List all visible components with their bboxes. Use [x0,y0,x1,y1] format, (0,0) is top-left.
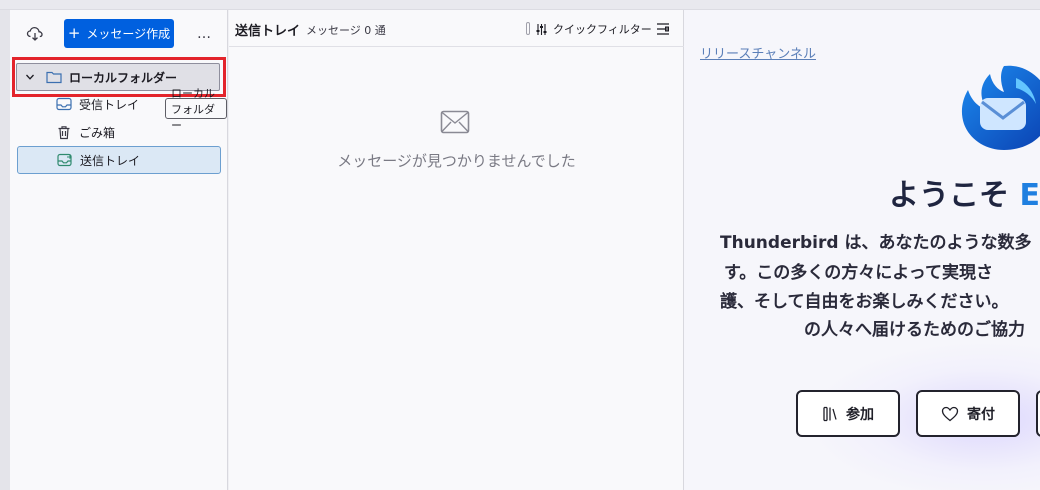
donate-label: 寄付 [967,406,995,423]
join-label: 参加 [846,406,874,423]
trash-icon [55,123,73,141]
heart-icon [941,406,959,421]
books-icon [823,406,837,421]
welcome-prefix: ようこそ [889,178,1009,213]
plus-icon: + [67,24,81,42]
folder-pane-menu-button[interactable]: … [190,20,218,48]
quick-filter-toggle-indicator [526,22,530,35]
folder-trash[interactable]: ごみ箱 [55,119,155,145]
folder-tooltip: ローカルフォルダー [165,87,227,132]
folder-label: ローカルフォルダー [69,70,178,85]
folder-label: 送信トレイ [80,153,141,168]
folder-label: 受信トレイ [79,97,140,112]
cloud-download-icon [26,26,43,41]
folder-label: ごみ箱 [79,125,116,140]
folder-outbox[interactable]: 送信トレイ [17,146,221,174]
donate-button[interactable]: 寄付 [916,390,1020,437]
outbox-icon [56,151,74,169]
message-list-display-options-button[interactable] [653,19,673,39]
intro-line-4: の人々へ届けるためのご協力 [804,320,1025,340]
welcome-accent: E [1019,178,1040,213]
folder-title: 送信トレイ [235,24,301,39]
join-button[interactable]: 参加 [796,390,900,437]
empty-message-text: メッセージが見つかりませんでした [337,152,576,170]
folder-icon [45,68,63,86]
window-left-edge [0,10,10,490]
quick-filter-label: クイックフィルター [553,23,652,36]
message-list-pane: 送信トレイ メッセージ 0 通 クイックフィルター メッセージが見つかりませんで… [229,10,684,490]
get-messages-button[interactable] [21,20,49,48]
chevron-down-icon[interactable] [21,68,39,86]
intro-line-2: す。この多くの方々によって実現さ [724,263,993,283]
compose-button[interactable]: + メッセージ作成 [64,19,174,48]
release-channel-link[interactable]: リリースチャンネル [700,43,816,62]
welcome-heading: ようこそ E [889,170,1040,214]
message-count: メッセージ 0 通 [306,24,386,37]
thunderbird-logo [961,65,1040,150]
folder-inbox[interactable]: 受信トレイ [55,91,155,117]
more-icon: … [197,26,211,42]
folder-pane: + メッセージ作成 … ローカルフォルダー 受信トレイ ごみ箱 送信トレイ ロー… [10,10,228,490]
intro-line-3: 護、そして自由をお楽しみください。 [720,292,1009,312]
list-options-icon [657,23,669,35]
quick-filter-button[interactable]: クイックフィルター [535,20,652,38]
filter-sliders-icon [536,23,547,35]
message-list-header: 送信トレイ メッセージ 0 通 クイックフィルター [229,10,684,47]
window-top-strip [0,0,1040,10]
folder-pane-toolbar: + メッセージ作成 … [10,10,228,56]
intro-line-1: Thunderbird は、あなたのような数多 [720,233,1032,253]
empty-mail-icon [440,110,470,134]
inbox-icon [55,95,73,113]
compose-label: メッセージ作成 [86,27,171,41]
start-page: リリースチャンネル ようこそ E Thunderbird は、あなたのような数多… [684,10,1040,490]
third-action-button-partial[interactable] [1036,390,1040,437]
